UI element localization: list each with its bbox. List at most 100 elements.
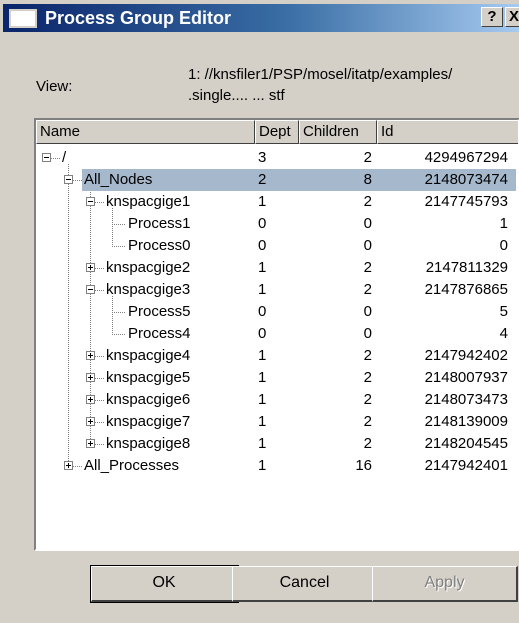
collapse-toggle-icon[interactable]	[86, 285, 95, 294]
tree-row[interactable]: / 3 2 4294967294	[36, 147, 516, 169]
node-children-count: 0	[363, 325, 372, 342]
node-children-count: 2	[363, 149, 372, 166]
expand-toggle-icon[interactable]	[86, 439, 95, 448]
toggle-plus-bar	[90, 419, 91, 424]
node-id: 2148073473	[424, 391, 508, 408]
node-depth: 1	[258, 435, 267, 452]
node-name: /	[62, 149, 67, 166]
node-children-count: 2	[363, 413, 372, 430]
node-depth: 1	[258, 457, 267, 474]
node-id: 1	[499, 215, 508, 232]
node-id: 2147811329	[425, 259, 508, 276]
toggle-minus-bar	[44, 157, 49, 158]
node-name: knspacgige8	[106, 435, 191, 452]
node-id: 2148073474	[424, 171, 508, 188]
node-depth: 1	[258, 347, 267, 364]
node-name: knspacgige5	[106, 369, 191, 386]
node-children-count: 0	[363, 215, 372, 232]
process-group-editor-dialog: Process Group Editor ? X View: 1: //knsf…	[0, 0, 519, 623]
tree-row[interactable]: All_Nodes 2 8 2148073474	[36, 169, 516, 191]
column-header-depth[interactable]: Dept	[255, 120, 299, 144]
node-name: knspacgige3	[106, 281, 191, 298]
tree-row[interactable]: Process0 0 0 0	[36, 235, 516, 257]
node-id: 0	[499, 237, 508, 254]
toggle-minus-bar	[66, 179, 71, 180]
tree-row[interactable]: knspacgige4 1 2 2147942402	[36, 345, 516, 367]
node-id: 2148204545	[424, 435, 508, 452]
ok-button[interactable]: OK	[90, 565, 239, 603]
window-icon	[9, 8, 37, 28]
tree-row[interactable]: All_Processes 1 16 2147942401	[36, 455, 516, 477]
node-children-count: 2	[363, 259, 372, 276]
column-header-name[interactable]: Name	[36, 120, 255, 144]
node-children-count: 2	[363, 391, 372, 408]
node-children-count: 2	[363, 281, 372, 298]
apply-button[interactable]: Apply	[372, 566, 518, 602]
node-children-count: 16	[355, 457, 372, 474]
node-children-count: 2	[363, 347, 372, 364]
process-tree-list[interactable]: Name Dept Children Id / 3 2 4294967294 All_N…	[34, 118, 519, 551]
node-name: All_Nodes	[84, 171, 153, 188]
title-bar[interactable]: Process Group Editor ? X	[3, 4, 519, 32]
collapse-toggle-icon[interactable]	[42, 153, 51, 162]
tree-row[interactable]: knspacgige6 1 2 2148073473	[36, 389, 516, 411]
view-path-line2: .single.... ... stf	[188, 87, 285, 104]
node-name: Process4	[128, 325, 191, 342]
node-name: knspacgige4	[106, 347, 191, 364]
tree-row[interactable]: knspacgige5 1 2 2148007937	[36, 367, 516, 389]
help-button[interactable]: ?	[481, 7, 503, 27]
node-depth: 2	[258, 171, 267, 188]
cancel-button[interactable]: Cancel	[232, 566, 378, 602]
node-id: 2147942401	[424, 457, 508, 474]
expand-toggle-icon[interactable]	[86, 417, 95, 426]
tree-row[interactable]: knspacgige7 1 2 2148139009	[36, 411, 516, 433]
tree-row[interactable]: Process5 0 0 5	[36, 301, 516, 323]
toggle-minus-bar	[88, 289, 93, 290]
node-depth: 0	[258, 237, 267, 254]
tree-row[interactable]: knspacgige3 1 2 2147876865	[36, 279, 516, 301]
toggle-plus-bar	[90, 375, 91, 380]
collapse-toggle-icon[interactable]	[64, 175, 73, 184]
node-id: 2147745793	[424, 193, 508, 210]
node-depth: 0	[258, 325, 267, 342]
node-name: All_Processes	[84, 457, 180, 474]
node-depth: 0	[258, 303, 267, 320]
node-name: Process5	[128, 303, 191, 320]
node-depth: 1	[258, 369, 267, 386]
expand-toggle-icon[interactable]	[86, 373, 95, 382]
toggle-plus-bar	[90, 441, 91, 446]
tree-row[interactable]: Process1 0 0 1	[36, 213, 516, 235]
expand-toggle-icon[interactable]	[86, 351, 95, 360]
node-children-count: 8	[363, 171, 372, 188]
node-id: 4	[499, 325, 508, 342]
node-id: 5	[499, 303, 508, 320]
window-title: Process Group Editor	[45, 7, 232, 28]
node-name: knspacgige7	[106, 413, 191, 430]
view-path-line1: 1: //knsfiler1/PSP/mosel/itatp/examples/	[188, 66, 453, 83]
close-button[interactable]: X	[505, 7, 519, 27]
tree-row[interactable]: Process4 0 0 4	[36, 323, 516, 345]
column-header-children[interactable]: Children	[299, 120, 377, 144]
node-name: knspacgige1	[106, 193, 191, 210]
node-depth: 1	[258, 281, 267, 298]
view-label: View:	[36, 78, 73, 95]
tree-row[interactable]: knspacgige2 1 2 2147811329	[36, 257, 516, 279]
node-id: 4294967294	[424, 149, 508, 166]
column-header-id[interactable]: Id	[377, 120, 518, 144]
toggle-minus-bar	[88, 201, 93, 202]
node-children-count: 0	[363, 237, 372, 254]
expand-toggle-icon[interactable]	[86, 395, 95, 404]
node-name: knspacgige2	[106, 259, 191, 276]
tree-row[interactable]: knspacgige8 1 2 2148204545	[36, 433, 516, 455]
node-depth: 1	[258, 413, 267, 430]
tree-row[interactable]: knspacgige1 1 2 2147745793	[36, 191, 516, 213]
expand-toggle-icon[interactable]	[86, 263, 95, 272]
node-depth: 1	[258, 193, 267, 210]
node-name: Process0	[128, 237, 191, 254]
expand-toggle-icon[interactable]	[64, 461, 73, 470]
node-depth: 1	[258, 259, 267, 276]
collapse-toggle-icon[interactable]	[86, 197, 95, 206]
toggle-plus-bar	[90, 353, 91, 358]
toggle-plus-bar	[90, 265, 91, 270]
node-depth: 0	[258, 215, 267, 232]
